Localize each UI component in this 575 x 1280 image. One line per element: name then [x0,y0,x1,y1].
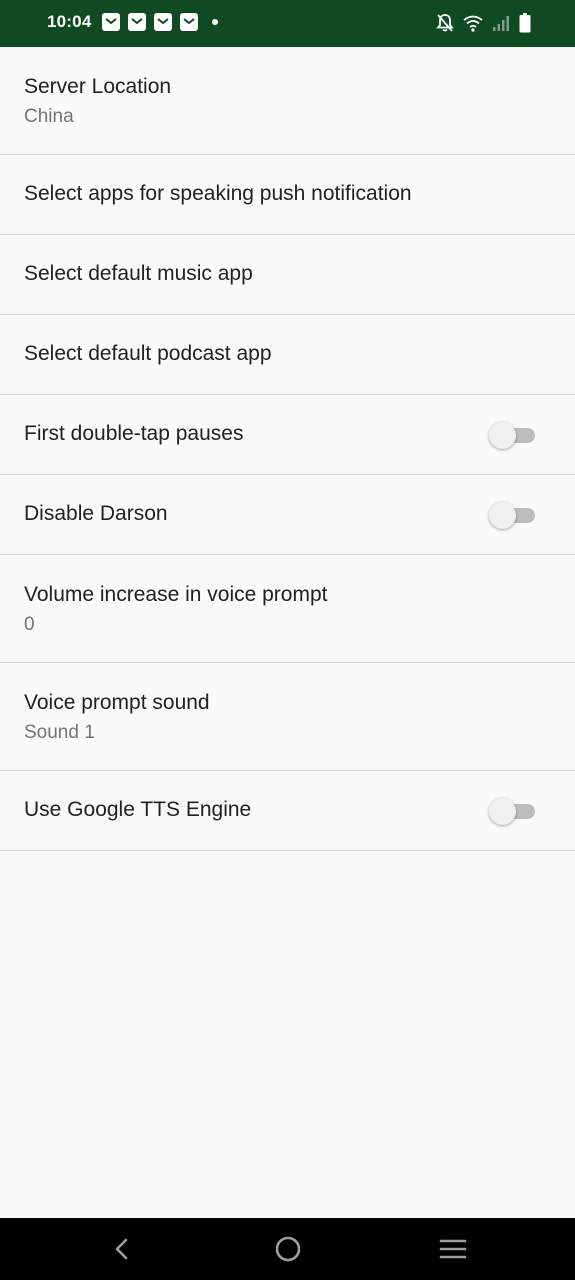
gmail-icon [128,13,146,31]
pref-title: Use Google TTS Engine [24,798,252,821]
pref-title: First double-tap pauses [24,422,244,445]
pref-default-music-app[interactable]: Select default music app [0,235,575,315]
switch-thumb [489,422,516,449]
pref-server-location[interactable]: Server Location China [0,47,575,155]
gmail-icon [102,13,120,31]
back-icon [115,1238,128,1260]
pref-first-double-tap-pauses[interactable]: First double-tap pauses [0,395,575,475]
pref-title: Select default podcast app [24,342,272,365]
disable-darson-switch[interactable] [489,502,535,529]
status-time: 10:04 [47,12,92,31]
pref-default-podcast-app[interactable]: Select default podcast app [0,315,575,395]
home-icon [275,1236,301,1262]
gmail-icon [180,13,198,31]
mute-bell-icon [436,13,454,38]
pref-select-notification-apps[interactable]: Select apps for speaking push notificati… [0,155,575,235]
more-notifications-dot-icon [212,19,218,25]
double-tap-switch[interactable] [489,422,535,449]
notification-icons [102,13,218,31]
system-icons [436,13,531,38]
pref-use-google-tts[interactable]: Use Google TTS Engine [0,771,575,851]
battery-icon [519,13,531,38]
pref-title: Server Location [24,75,172,98]
gmail-icon [154,13,172,31]
pref-title: Select default music app [24,262,253,285]
pref-title: Volume increase in voice prompt [24,583,328,606]
pref-disable-darson[interactable]: Disable Darson [0,475,575,555]
pref-summary: China [24,106,74,127]
pref-title: Disable Darson [24,502,168,525]
google-tts-switch[interactable] [489,798,535,825]
switch-thumb [489,502,516,529]
wifi-icon [463,14,483,37]
navigation-bar [0,1218,575,1280]
pref-title: Select apps for speaking push notificati… [24,182,412,205]
pref-volume-increase[interactable]: Volume increase in voice prompt 0 [0,555,575,663]
status-bar: 10:04 [0,0,575,47]
settings-list: Server Location China Select apps for sp… [0,47,575,851]
pref-title: Voice prompt sound [24,691,210,714]
switch-thumb [489,798,516,825]
menu-icon [439,1239,467,1259]
pref-summary: 0 [24,614,35,635]
back-button[interactable] [82,1218,162,1280]
signal-icon [492,14,510,37]
home-button[interactable] [248,1218,328,1280]
pref-voice-prompt-sound[interactable]: Voice prompt sound Sound 1 [0,663,575,771]
recents-button[interactable] [413,1218,493,1280]
pref-summary: Sound 1 [24,722,95,743]
